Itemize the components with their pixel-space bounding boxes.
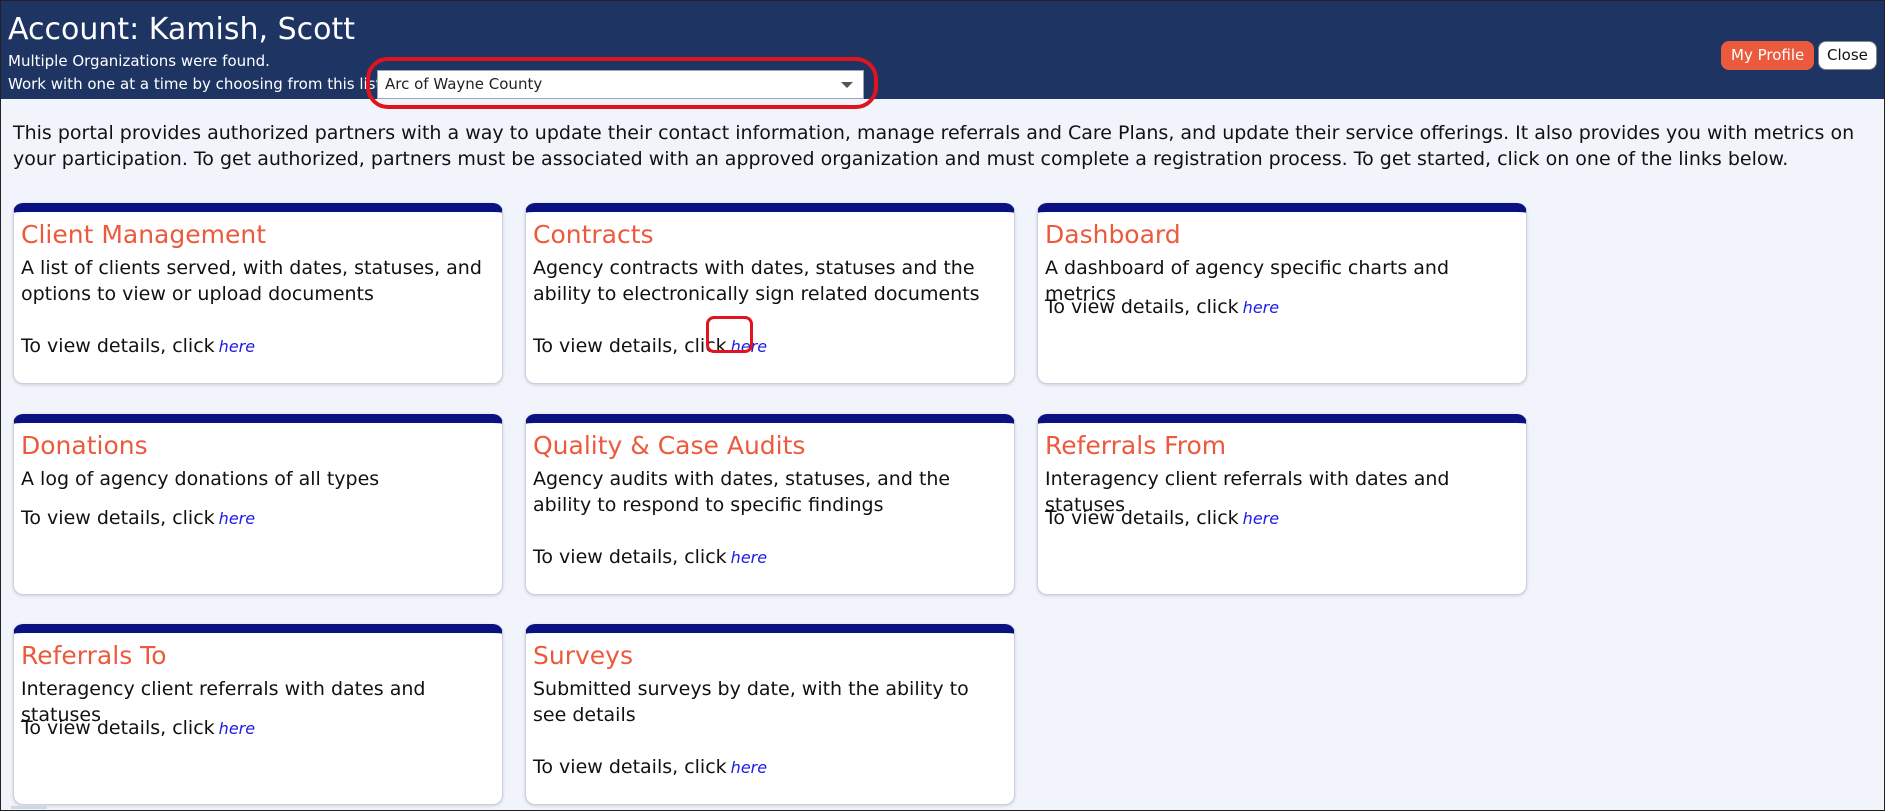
card-referrals-to: Referrals To Interagency client referral… — [13, 624, 503, 805]
account-title: Account: Kamish, Scott — [8, 12, 355, 47]
dashboard-here-link[interactable]: here — [1243, 298, 1279, 317]
card-details-text: To view details, click — [1045, 507, 1239, 529]
quality-case-audits-here-link[interactable]: here — [731, 548, 767, 567]
contracts-here-link[interactable]: here — [731, 337, 767, 356]
card-details: To view details, click here — [533, 544, 767, 571]
card-description: A list of clients served, with dates, st… — [21, 257, 482, 305]
scroll-indicator — [11, 806, 47, 809]
card-details-text: To view details, click — [533, 546, 727, 568]
card-contracts: Contracts Agency contracts with dates, s… — [525, 203, 1015, 384]
card-details: To view details, click here — [21, 505, 255, 532]
portal-intro-text: This portal provides authorized partners… — [13, 122, 1855, 170]
card-details: To view details, click here — [533, 333, 767, 360]
card-donations: Donations A log of agency donations of a… — [13, 414, 503, 595]
card-details: To view details, click here — [21, 715, 255, 742]
card-details: To view details, click here — [1045, 294, 1279, 321]
organization-select-value: Arc of Wayne County — [385, 75, 543, 93]
multiple-orgs-message: Multiple Organizations were found. — [8, 52, 270, 70]
card-dashboard: Dashboard A dashboard of agency specific… — [1037, 203, 1527, 384]
surveys-here-link[interactable]: here — [731, 758, 767, 777]
card-title: Dashboard — [1045, 220, 1181, 249]
card-referrals-from: Referrals From Interagency client referr… — [1037, 414, 1527, 595]
donations-here-link[interactable]: here — [219, 509, 255, 528]
card-description: Submitted surveys by date, with the abil… — [533, 678, 969, 726]
card-details: To view details, click here — [533, 754, 767, 781]
card-title: Contracts — [533, 220, 654, 249]
card-description: A log of agency donations of all types — [21, 468, 380, 490]
card-title: Quality & Case Audits — [533, 431, 806, 460]
card-details-text: To view details, click — [21, 335, 215, 357]
account-header: Account: Kamish, Scott Multiple Organiza… — [1, 1, 1884, 109]
choose-org-instruction: Work with one at a time by choosing from… — [8, 75, 382, 93]
referrals-from-here-link[interactable]: here — [1243, 509, 1279, 528]
referrals-to-here-link[interactable]: here — [219, 719, 255, 738]
organization-select[interactable]: Arc of Wayne County — [377, 70, 864, 99]
card-title: Donations — [21, 431, 148, 460]
my-profile-button[interactable]: My Profile — [1721, 41, 1815, 70]
card-title: Referrals To — [21, 641, 167, 670]
card-title: Referrals From — [1045, 431, 1227, 460]
card-quality-case-audits: Quality & Case Audits Agency audits with… — [525, 414, 1015, 595]
close-button[interactable]: Close — [1818, 41, 1877, 70]
card-description: Agency audits with dates, statuses, and … — [533, 468, 951, 516]
card-details: To view details, click here — [21, 333, 255, 360]
card-details-text: To view details, click — [21, 717, 215, 739]
card-details-text: To view details, click — [533, 335, 727, 357]
card-details: To view details, click here — [1045, 505, 1279, 532]
card-client-management: Client Management A list of clients serv… — [13, 203, 503, 384]
card-description: Agency contracts with dates, statuses an… — [533, 257, 980, 305]
card-surveys: Surveys Submitted surveys by date, with … — [525, 624, 1015, 805]
card-title: Surveys — [533, 641, 633, 670]
card-details-text: To view details, click — [533, 756, 727, 778]
card-title: Client Management — [21, 220, 267, 249]
client-management-here-link[interactable]: here — [219, 337, 255, 356]
card-details-text: To view details, click — [21, 507, 215, 529]
dropdown-caret-icon — [841, 82, 853, 88]
card-details-text: To view details, click — [1045, 296, 1239, 318]
